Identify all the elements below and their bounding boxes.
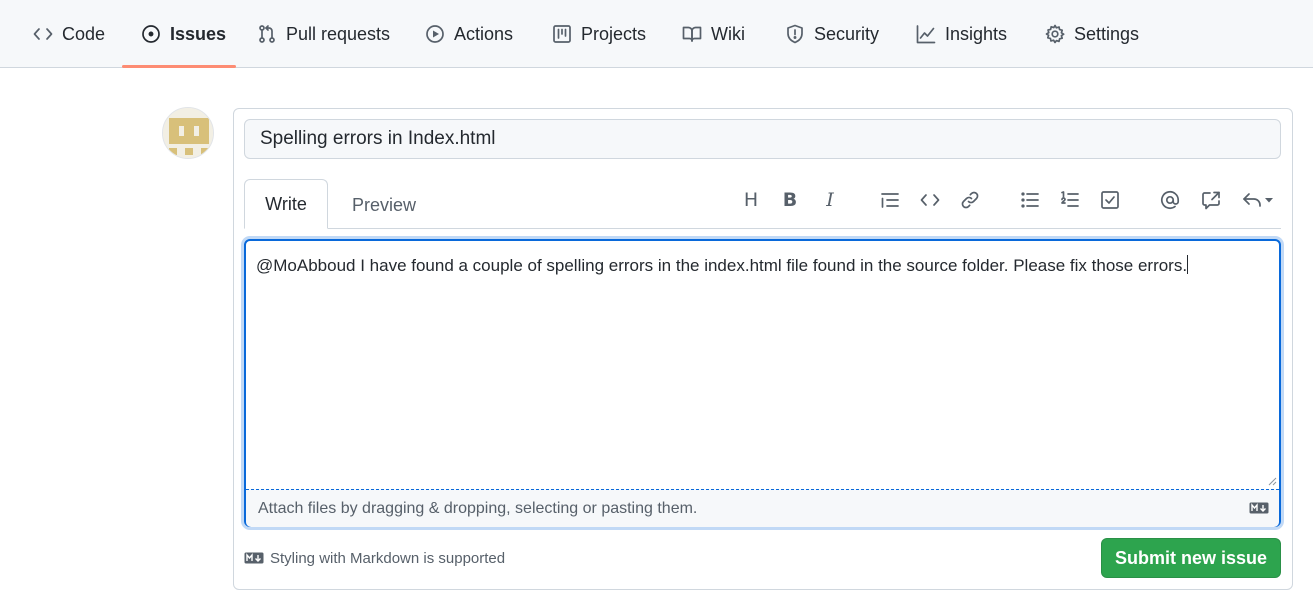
ordered-list-icon xyxy=(1061,191,1079,207)
issue-body-text: @MoAbboud I have found a couple of spell… xyxy=(256,255,1189,275)
issue-opened-icon xyxy=(141,24,161,44)
tab-actions[interactable]: Actions xyxy=(425,0,513,68)
code-icon xyxy=(920,194,940,206)
heading-button[interactable]: H xyxy=(737,186,765,214)
ordered-list-button[interactable] xyxy=(1056,186,1084,214)
unordered-list-button[interactable] xyxy=(1016,186,1044,214)
avatar[interactable] xyxy=(162,107,214,159)
resize-handle[interactable] xyxy=(1267,476,1277,486)
tab-issues[interactable]: Issues xyxy=(141,0,226,68)
identicon-image xyxy=(163,108,213,158)
tab-settings-label: Settings xyxy=(1074,23,1140,44)
cross-reference-icon xyxy=(1202,191,1220,210)
gear-icon xyxy=(1045,24,1065,44)
issue-title-input[interactable] xyxy=(244,119,1281,159)
italic-button[interactable]: I xyxy=(816,186,844,214)
bold-icon: B xyxy=(782,189,798,211)
tab-pull-requests-label: Pull requests xyxy=(286,23,391,44)
markdown-supported-note[interactable]: Styling with Markdown is supported xyxy=(244,548,505,568)
markdown-icon xyxy=(1249,502,1269,514)
markdown-icon xyxy=(244,552,264,564)
tab-write[interactable]: Write xyxy=(244,179,328,229)
bold-button[interactable]: B xyxy=(776,186,804,214)
submit-new-issue-button[interactable]: Submit new issue xyxy=(1101,538,1281,578)
book-icon xyxy=(682,24,702,44)
tab-code[interactable]: Code xyxy=(33,0,105,68)
tab-settings[interactable]: Settings xyxy=(1045,0,1139,68)
reply-dropdown-button[interactable] xyxy=(1238,186,1278,214)
task-list-button[interactable] xyxy=(1096,186,1124,214)
tab-issues-label: Issues xyxy=(170,23,227,44)
active-tab-underline xyxy=(122,65,236,68)
tab-actions-label: Actions xyxy=(454,23,514,44)
link-icon xyxy=(961,191,979,209)
code-button[interactable] xyxy=(916,186,944,214)
quote-icon xyxy=(881,193,899,208)
issue-body-textarea[interactable]: @MoAbboud I have found a couple of spell… xyxy=(244,239,1281,527)
cross-reference-button[interactable] xyxy=(1197,186,1225,214)
tab-wiki-label: Wiki xyxy=(711,23,745,44)
git-pull-request-icon xyxy=(257,24,277,44)
mention-icon xyxy=(1160,191,1180,210)
code-icon xyxy=(33,24,53,44)
text-caret xyxy=(1187,255,1189,274)
shield-icon xyxy=(785,24,805,44)
reply-icon xyxy=(1243,193,1261,207)
play-icon xyxy=(425,24,445,44)
graph-icon xyxy=(916,24,936,44)
chevron-down-icon xyxy=(1265,198,1273,203)
project-icon xyxy=(552,24,572,44)
tab-code-label: Code xyxy=(62,23,106,44)
italic-icon: I xyxy=(826,189,834,211)
tab-projects-label: Projects xyxy=(581,23,647,44)
tab-wiki[interactable]: Wiki xyxy=(682,0,745,68)
tab-security[interactable]: Security xyxy=(785,0,879,68)
editor-header-divider xyxy=(244,228,1281,229)
mention-button[interactable] xyxy=(1156,186,1184,214)
repo-nav: Code Issues Pull requests Actions Projec… xyxy=(0,0,1313,68)
tab-insights-label: Insights xyxy=(945,23,1008,44)
tab-security-label: Security xyxy=(814,23,880,44)
markdown-note-text: Styling with Markdown is supported xyxy=(270,549,506,567)
unordered-list-icon xyxy=(1021,192,1039,208)
tab-insights[interactable]: Insights xyxy=(916,0,1007,68)
task-list-icon xyxy=(1101,191,1119,209)
heading-icon: H xyxy=(743,189,759,211)
attach-files-text: Attach files by dragging & dropping, sel… xyxy=(258,499,698,517)
tab-projects[interactable]: Projects xyxy=(552,0,646,68)
tab-pull-requests[interactable]: Pull requests xyxy=(257,0,390,68)
tab-preview[interactable]: Preview xyxy=(344,183,424,228)
link-button[interactable] xyxy=(956,186,984,214)
quote-button[interactable] xyxy=(876,186,904,214)
attach-files-bar[interactable]: Attach files by dragging & dropping, sel… xyxy=(246,489,1279,527)
